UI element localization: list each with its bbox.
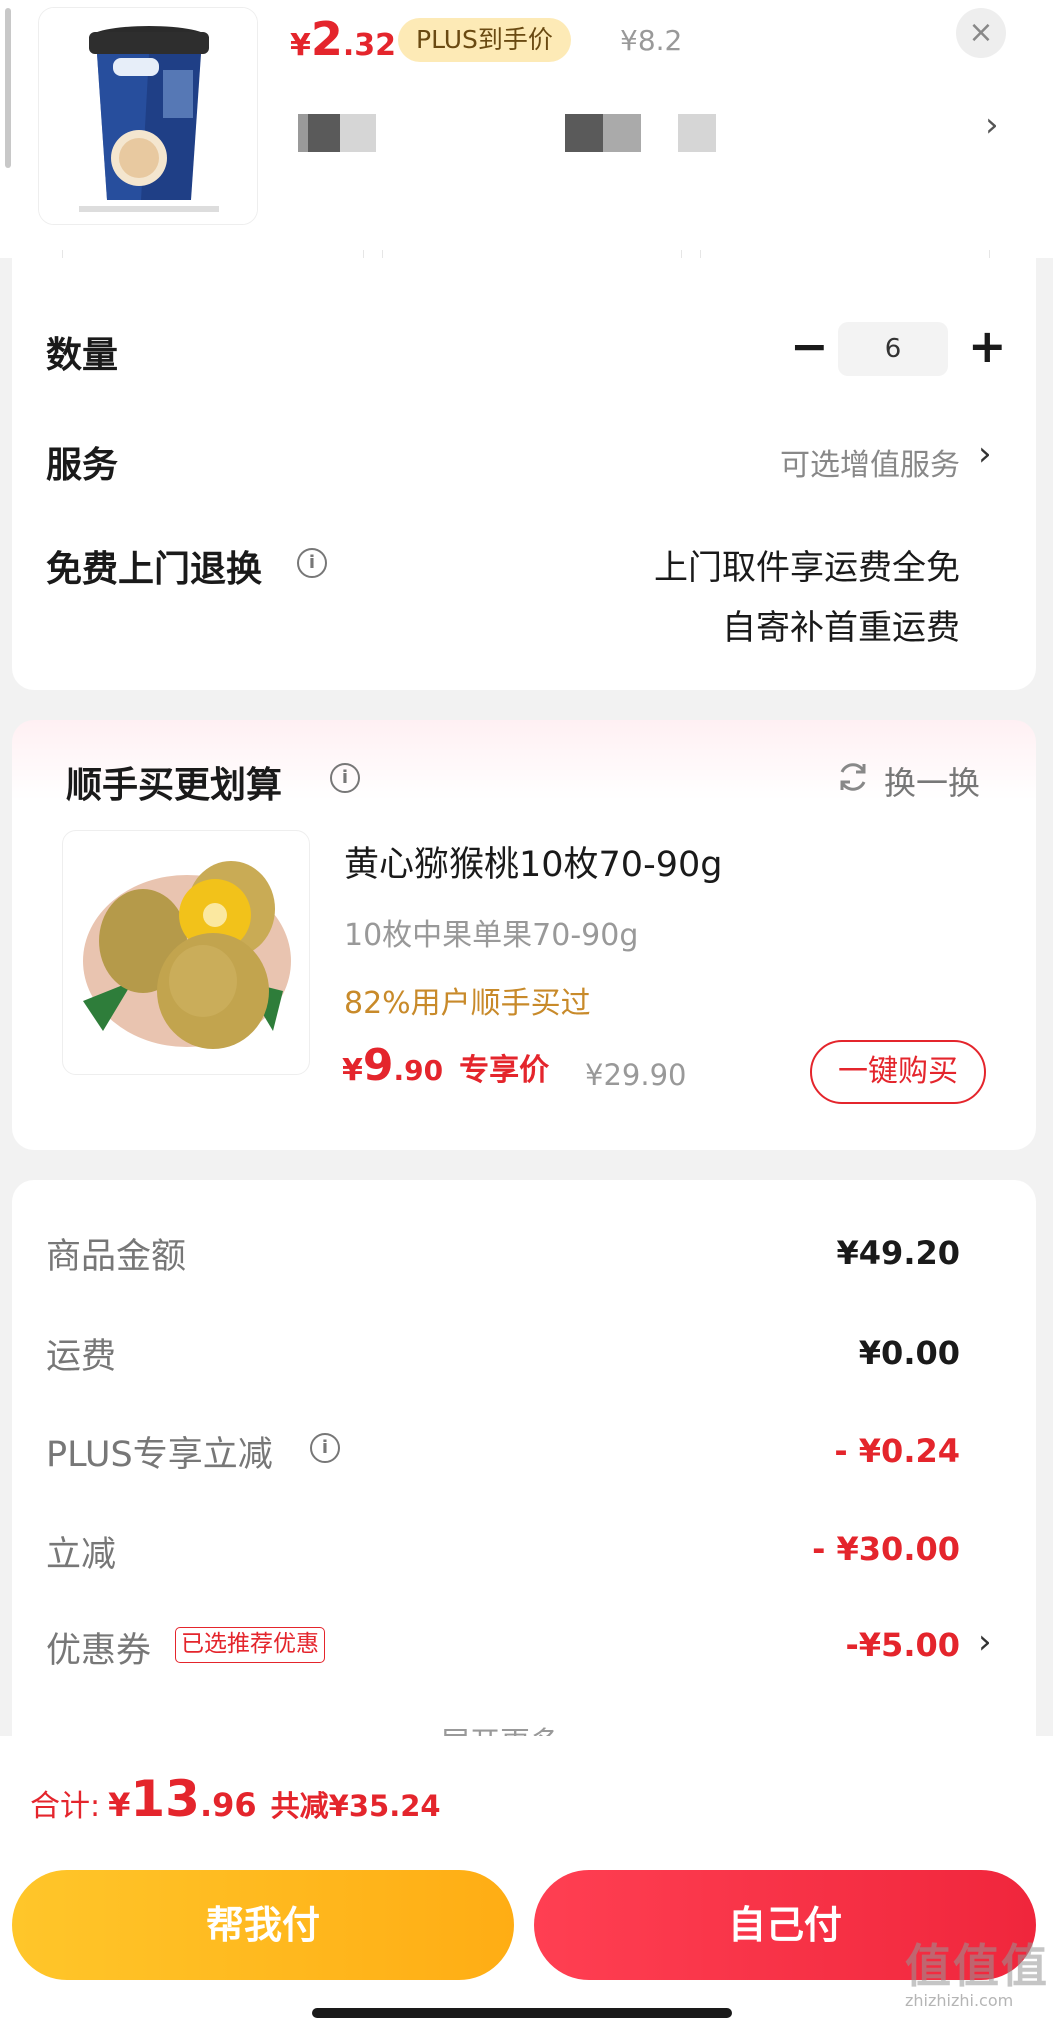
instant-discount-value: - ¥30.00	[812, 1530, 960, 1568]
price-integer: 2	[310, 12, 343, 66]
service-options-link[interactable]: 可选增值服务	[780, 440, 960, 484]
total-decimal: .96	[199, 1786, 257, 1824]
coupon-value[interactable]: -¥5.00	[846, 1626, 961, 1664]
info-icon[interactable]: i	[310, 1433, 340, 1463]
kiwi-fruit-image	[83, 861, 291, 1049]
order-total: 合计: ¥ 13 .96 共减¥35.24	[30, 1770, 441, 1828]
total-saved: 共减¥35.24	[270, 1789, 441, 1823]
total-integer: 13	[130, 1770, 200, 1828]
price-decimal: .32	[342, 28, 397, 63]
quantity-input[interactable]: 6	[838, 322, 948, 376]
redacted-block	[298, 114, 308, 152]
redacted-block	[308, 114, 340, 152]
milk-tea-cup-image	[39, 8, 257, 224]
price-decimal: .90	[393, 1054, 444, 1087]
product-price: ¥ 2 .32	[290, 12, 396, 72]
quantity-label: 数量	[46, 335, 119, 376]
chevron-right-icon[interactable]: ›	[978, 434, 992, 474]
addon-product-name[interactable]: 黄心猕猴桃10枚70-90g	[344, 836, 722, 887]
goods-amount-label: 商品金额	[46, 1237, 187, 1277]
service-label: 服务	[46, 445, 119, 486]
exclusive-price-label: 专享价	[459, 1053, 550, 1088]
redacted-block	[603, 114, 641, 152]
chevron-right-icon[interactable]: ›	[978, 1622, 992, 1662]
price-currency: ¥	[342, 1053, 363, 1088]
addon-bought-percentage: 82%用户顺手买过	[344, 986, 591, 1021]
redacted-block	[565, 114, 603, 152]
instant-discount-label: 立减	[46, 1535, 117, 1575]
addon-price: ¥ 9 .90 专享价	[342, 1040, 549, 1091]
coupon-label: 优惠券	[46, 1631, 152, 1671]
pay-for-me-button[interactable]: 帮我付	[12, 1870, 514, 1980]
product-header: ¥ 2 .32 PLUS到手价 ¥8.2 × ›	[0, 0, 1053, 278]
home-indicator[interactable]	[312, 2008, 732, 2018]
total-currency: ¥	[108, 1786, 131, 1824]
original-price: ¥8.2	[620, 24, 683, 57]
watermark-url: zhizhizhi.com	[905, 1991, 1014, 2010]
plus-discount-label: PLUS专享立减	[46, 1435, 273, 1475]
one-click-buy-button[interactable]: 一键购买	[810, 1040, 986, 1104]
redacted-block	[678, 114, 716, 152]
refresh-icon[interactable]	[836, 760, 870, 794]
shipping-value: ¥0.00	[858, 1334, 960, 1372]
product-thumbnail[interactable]	[38, 7, 258, 225]
refresh-button[interactable]: 换一换	[884, 758, 980, 804]
plus-discount-value: - ¥0.24	[834, 1432, 960, 1470]
price-currency: ¥	[290, 28, 311, 63]
goods-amount-value: ¥49.20	[836, 1234, 960, 1272]
scrollbar[interactable]	[5, 8, 11, 168]
free-return-label: 免费上门退换	[46, 549, 263, 590]
watermark-logo: 值值值	[905, 1939, 1049, 1993]
chevron-right-icon[interactable]: ›	[985, 105, 999, 145]
return-self-ship-text: 自寄补首重运费	[722, 608, 960, 648]
coupon-recommended-badge: 已选推荐优惠	[175, 1627, 325, 1663]
info-icon[interactable]: i	[330, 763, 360, 793]
return-pickup-text: 上门取件享运费全免	[654, 548, 960, 588]
kiwi-image[interactable]	[62, 830, 310, 1075]
addon-title: 顺手买更划算	[66, 765, 283, 806]
addon-product-spec: 10枚中果单果70-90g	[344, 918, 639, 953]
close-button[interactable]: ×	[956, 8, 1006, 58]
quantity-plus-button[interactable]: +	[968, 322, 1007, 370]
price-integer: 9	[362, 1040, 394, 1091]
quantity-minus-button[interactable]: −	[790, 322, 829, 370]
info-icon[interactable]: i	[297, 548, 327, 578]
total-label: 合计:	[30, 1789, 101, 1824]
addon-original-price: ¥29.90	[585, 1058, 687, 1092]
shipping-label: 运费	[46, 1337, 117, 1377]
plus-price-badge: PLUS到手价	[398, 18, 571, 62]
redacted-block	[340, 114, 376, 152]
